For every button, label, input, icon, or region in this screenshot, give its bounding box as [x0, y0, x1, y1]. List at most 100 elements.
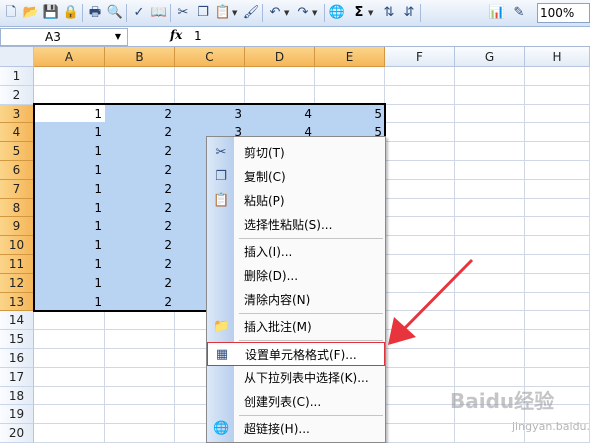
hyperlink-icon[interactable]: 🌐 — [328, 4, 346, 22]
row-header-13[interactable]: 13 — [0, 292, 34, 312]
menu-item-5[interactable]: 插入(I)... — [207, 240, 385, 264]
autosum-dropdown-icon[interactable]: ▼ — [368, 4, 376, 22]
spelling-icon[interactable]: ✓ — [130, 4, 148, 22]
chevron-down-icon[interactable]: ▼ — [109, 29, 127, 45]
row-header-17[interactable]: 17 — [0, 367, 34, 387]
row-header-5[interactable]: 5 — [0, 142, 34, 161]
row-header-14[interactable]: 14 — [0, 311, 34, 331]
redo-icon[interactable]: ↷ — [294, 4, 312, 22]
menu-item-label: 插入(I)... — [244, 245, 293, 259]
row-header-19[interactable]: 19 — [0, 405, 34, 425]
column-header-h[interactable]: H — [525, 47, 590, 67]
menu-item-2[interactable]: ❐ 复制(C) — [207, 165, 385, 189]
menu-item-label: 超链接(H)... — [244, 422, 310, 436]
toolbar-separator — [82, 4, 83, 22]
row-header-20[interactable]: 20 — [0, 424, 34, 443]
row-header-15[interactable]: 15 — [0, 330, 34, 349]
toolbar-separator — [262, 4, 263, 22]
name-box[interactable]: A3 ▼ — [0, 28, 128, 46]
column-header-c[interactable]: C — [175, 47, 245, 67]
name-box-value: A3 — [45, 30, 61, 44]
row-header-2[interactable]: 2 — [0, 85, 34, 105]
standard-toolbar: 🗋 📂 💾 🔒 🖶 🔍 ✓ 📖 ✂ ❐ 📋 ▼ 🖌 ↶ ▼ ↷ ▼ 🌐 Σ ▼ … — [0, 0, 590, 27]
redo-dropdown-icon[interactable]: ▼ — [312, 4, 320, 22]
menu-separator — [239, 238, 383, 239]
row-header-16[interactable]: 16 — [0, 349, 34, 368]
column-header-g[interactable]: G — [455, 47, 525, 67]
menu-item-label: 清除内容(N) — [244, 293, 311, 307]
menu-item-1[interactable]: ✂ 剪切(T) — [207, 141, 385, 165]
menu-item-label: 选择性粘贴(S)... — [244, 218, 333, 232]
menu-item-label: 粘贴(P) — [244, 194, 285, 208]
zoom-combobox[interactable]: 100% — [537, 3, 590, 23]
column-header-a[interactable]: A — [34, 47, 105, 67]
menu-item-label: 设置单元格格式(F)... — [245, 348, 357, 362]
column-header-d[interactable]: D — [245, 47, 315, 67]
format-cells-icon: ▦ — [215, 347, 229, 362]
row-header-12[interactable]: 12 — [0, 273, 34, 293]
paste-icon[interactable]: 📋 — [214, 4, 232, 22]
cut-icon: ✂ — [215, 145, 227, 160]
sort-descending-icon[interactable]: ⇵ — [400, 4, 418, 22]
open-icon[interactable]: 📂 — [22, 4, 40, 22]
menu-item-label: 复制(C) — [244, 170, 286, 184]
autosum-icon[interactable]: Σ — [350, 4, 368, 22]
cut-icon[interactable]: ✂ — [174, 4, 192, 22]
menu-separator — [239, 415, 383, 416]
row-header-9[interactable]: 9 — [0, 217, 34, 237]
row-header-7[interactable]: 7 — [0, 179, 34, 199]
watermark: Baidu经验 — [450, 389, 555, 413]
save-icon[interactable]: 💾 — [42, 4, 60, 22]
print-icon[interactable]: 🖶 — [86, 4, 104, 22]
row-header-18[interactable]: 18 — [0, 386, 34, 406]
column-header-f[interactable]: F — [385, 47, 455, 67]
permission-icon[interactable]: 🔒 — [62, 4, 80, 22]
row-header-4[interactable]: 4 — [0, 123, 34, 143]
menu-item-label: 从下拉列表中选择(K)... — [244, 371, 369, 385]
menu-separator — [239, 340, 383, 341]
menu-item-4[interactable]: 选择性粘贴(S)... — [207, 213, 385, 237]
copy-icon[interactable]: ❐ — [194, 4, 212, 22]
menu-item-label: 插入批注(M) — [244, 320, 312, 334]
menu-item-9[interactable]: ▦ 设置单元格格式(F)... — [207, 342, 385, 366]
row-header-6[interactable]: 6 — [0, 161, 34, 180]
column-header-b[interactable]: B — [105, 47, 175, 67]
menu-item-6[interactable]: 删除(D)... — [207, 264, 385, 288]
menu-item-8[interactable]: 📁 插入批注(M) — [207, 315, 385, 339]
menu-item-10[interactable]: 从下拉列表中选择(K)... — [207, 366, 385, 390]
menu-item-label: 剪切(T) — [244, 146, 285, 160]
formula-bar: A3 ▼ fx 1 — [0, 27, 590, 47]
toolbar-separator — [126, 4, 127, 22]
row-header-11[interactable]: 11 — [0, 255, 34, 274]
formula-input[interactable]: 1 — [194, 29, 202, 43]
select-all-corner[interactable] — [0, 47, 34, 67]
menu-item-7[interactable]: 清除内容(N) — [207, 288, 385, 312]
format-painter-icon[interactable]: 🖌 — [242, 4, 260, 22]
menu-item-12[interactable]: 🌐 超链接(H)... — [207, 417, 385, 441]
hyperlink-icon: 🌐 — [213, 421, 230, 436]
drawing-icon[interactable]: ✎ — [510, 4, 528, 22]
research-icon[interactable]: 📖 — [150, 4, 168, 22]
row-header-3[interactable]: 3 — [0, 104, 34, 124]
new-icon[interactable]: 🗋 — [2, 4, 20, 22]
undo-dropdown-icon[interactable]: ▼ — [284, 4, 292, 22]
undo-icon[interactable]: ↶ — [266, 4, 284, 22]
menu-item-11[interactable]: 创建列表(C)... — [207, 390, 385, 414]
print-preview-icon[interactable]: 🔍 — [106, 4, 124, 22]
toolbar-separator — [324, 4, 325, 22]
paste-dropdown-icon[interactable]: ▼ — [232, 4, 240, 22]
paste-icon: 📋 — [213, 193, 230, 208]
sort-ascending-icon[interactable]: ⇅ — [380, 4, 398, 22]
insert-function-icon[interactable]: fx — [170, 28, 182, 42]
row-header-8[interactable]: 8 — [0, 198, 34, 218]
column-header-e[interactable]: E — [315, 47, 385, 67]
row-header-10[interactable]: 10 — [0, 236, 34, 255]
annotation-arrow-icon — [388, 258, 474, 345]
chart-wizard-icon[interactable]: 📊 — [488, 4, 506, 22]
comment-icon: 📁 — [213, 319, 230, 334]
gridline — [34, 84, 590, 86]
menu-item-3[interactable]: 📋 粘贴(P) — [207, 189, 385, 213]
watermark-sub: jingyan.baidu.com — [512, 420, 590, 433]
menu-item-label: 创建列表(C)... — [244, 395, 322, 409]
row-header-1[interactable]: 1 — [0, 67, 34, 86]
